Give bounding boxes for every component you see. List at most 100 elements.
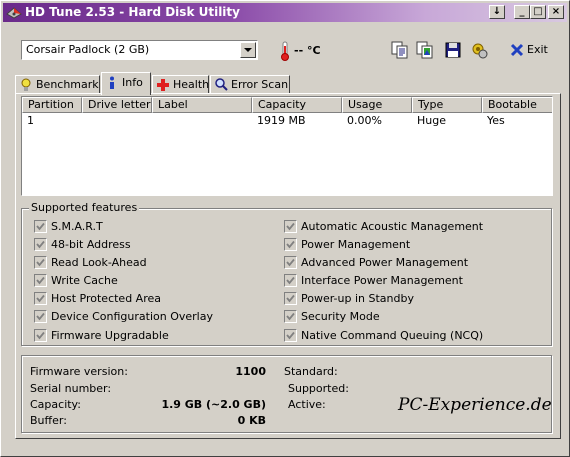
options-icon bbox=[472, 43, 488, 59]
column-type[interactable]: Type bbox=[412, 97, 482, 113]
buffer-value: 0 KB bbox=[237, 414, 266, 427]
copy-text-button[interactable] bbox=[389, 39, 411, 61]
buffer-label: Buffer: bbox=[30, 414, 67, 427]
exit-label: Exit bbox=[527, 43, 548, 56]
chevron-down-icon bbox=[244, 48, 252, 52]
temperature-value: -- °C bbox=[294, 44, 321, 57]
checkmark-icon bbox=[286, 331, 295, 340]
column-capacity[interactable]: Capacity bbox=[252, 97, 342, 113]
checkbox[interactable] bbox=[34, 310, 47, 323]
checkbox[interactable] bbox=[284, 310, 297, 323]
drive-select[interactable]: Corsair Padlock (2 GB) bbox=[21, 40, 258, 60]
feature-label: Write Cache bbox=[51, 274, 118, 287]
close-icon: × bbox=[551, 6, 561, 17]
close-button[interactable]: × bbox=[548, 5, 564, 19]
checkbox[interactable] bbox=[34, 238, 47, 251]
options-button[interactable] bbox=[468, 39, 490, 61]
column-drive-letter[interactable]: Drive letter bbox=[82, 97, 152, 113]
checkbox[interactable] bbox=[284, 274, 297, 287]
maximize-button[interactable]: □ bbox=[530, 5, 546, 19]
feature-label: Power-up in Standby bbox=[301, 292, 414, 305]
feature-label: Automatic Acoustic Management bbox=[301, 220, 484, 233]
feature-label: Advanced Power Management bbox=[301, 256, 469, 269]
feature-label: Security Mode bbox=[301, 310, 380, 323]
minimize-icon: _ bbox=[519, 6, 525, 17]
checkbox[interactable] bbox=[284, 220, 297, 233]
checkmark-icon bbox=[36, 240, 45, 249]
checkbox[interactable] bbox=[34, 329, 47, 342]
checkbox[interactable] bbox=[34, 274, 47, 287]
error-scan-icon bbox=[215, 78, 228, 91]
hd-tune-app-icon bbox=[6, 7, 22, 19]
standard-label: Standard: bbox=[284, 365, 338, 378]
feature-label: S.M.A.R.T bbox=[51, 220, 103, 233]
tab-benchmark[interactable]: Benchmark bbox=[15, 75, 100, 94]
maximize-icon: □ bbox=[533, 6, 543, 17]
checkmark-icon bbox=[36, 331, 45, 340]
checkmark-icon bbox=[286, 276, 295, 285]
checkmark-icon bbox=[36, 312, 45, 321]
feature-label: Native Command Queuing (NCQ) bbox=[301, 329, 484, 342]
watermark-text: PC-Experience.de bbox=[398, 395, 552, 415]
tab-error-scan[interactable]: Error Scan bbox=[210, 75, 290, 94]
scroll-button[interactable]: ↓ bbox=[489, 5, 505, 19]
active-label: Active: bbox=[288, 398, 326, 411]
feature-label: Host Protected Area bbox=[51, 292, 161, 305]
checkbox[interactable] bbox=[34, 256, 47, 269]
capacity-label: Capacity: bbox=[30, 398, 81, 411]
column-usage[interactable]: Usage bbox=[342, 97, 412, 113]
feature-label: Read Look-Ahead bbox=[51, 256, 147, 269]
health-icon bbox=[157, 79, 169, 91]
column-partition[interactable]: Partition bbox=[22, 97, 82, 113]
checkmark-icon bbox=[36, 222, 45, 231]
cell-bootable: Yes bbox=[487, 114, 505, 127]
cell-partition: 1 bbox=[27, 114, 34, 127]
info-icon bbox=[110, 76, 114, 89]
partition-list-header: Partition Drive letter Label Capacity Us… bbox=[22, 97, 552, 113]
thermometer-icon bbox=[281, 41, 289, 61]
benchmark-icon bbox=[21, 78, 31, 91]
column-bootable[interactable]: Bootable bbox=[482, 97, 552, 113]
tab-info-label: Info bbox=[122, 76, 143, 89]
save-icon bbox=[445, 42, 461, 58]
checkbox[interactable] bbox=[284, 256, 297, 269]
cell-type: Huge bbox=[417, 114, 446, 127]
cell-capacity: 1919 MB bbox=[257, 114, 306, 127]
exit-icon bbox=[510, 43, 524, 57]
tab-error-scan-label: Error Scan bbox=[231, 78, 289, 91]
feature-label: Power Management bbox=[301, 238, 411, 251]
feature-label: 48-bit Address bbox=[51, 238, 131, 251]
checkmark-icon bbox=[36, 276, 45, 285]
window-title: HD Tune 2.53 - Hard Disk Utility bbox=[25, 5, 240, 19]
checkbox[interactable] bbox=[284, 238, 297, 251]
drive-select-dropdown-button[interactable] bbox=[240, 42, 256, 58]
checkbox[interactable] bbox=[284, 292, 297, 305]
checkbox[interactable] bbox=[34, 220, 47, 233]
copy-screenshot-button[interactable] bbox=[414, 39, 436, 61]
firmware-version-label: Firmware version: bbox=[30, 365, 128, 378]
minimize-button[interactable]: _ bbox=[514, 5, 530, 19]
tab-health-label: Health bbox=[173, 78, 210, 91]
table-row[interactable]: 1 1919 MB 0.00% Huge Yes bbox=[22, 113, 552, 129]
checkmark-icon bbox=[286, 222, 295, 231]
app-window: HD Tune 2.53 - Hard Disk Utility ↓ _ □ ×… bbox=[0, 0, 570, 457]
title-bar[interactable]: HD Tune 2.53 - Hard Disk Utility ↓ _ □ × bbox=[3, 3, 567, 22]
checkmark-icon bbox=[286, 258, 295, 267]
partition-list[interactable]: Partition Drive letter Label Capacity Us… bbox=[21, 96, 553, 196]
checkmark-icon bbox=[286, 240, 295, 249]
checkmark-icon bbox=[36, 258, 45, 267]
feature-label: Device Configuration Overlay bbox=[51, 310, 213, 323]
tab-info[interactable]: Info bbox=[101, 72, 151, 95]
supported-label: Supported: bbox=[288, 382, 349, 395]
copy-screenshot-icon bbox=[416, 41, 433, 59]
firmware-version-value: 1100 bbox=[235, 365, 266, 378]
arrow-down-icon: ↓ bbox=[492, 6, 502, 17]
save-button[interactable] bbox=[442, 39, 464, 61]
column-label[interactable]: Label bbox=[152, 97, 252, 113]
tab-health[interactable]: Health bbox=[152, 75, 209, 94]
checkbox[interactable] bbox=[284, 329, 297, 342]
feature-label: Firmware Upgradable bbox=[51, 329, 169, 342]
checkmark-icon bbox=[36, 294, 45, 303]
checkbox[interactable] bbox=[34, 292, 47, 305]
exit-button[interactable]: Exit bbox=[506, 40, 556, 60]
